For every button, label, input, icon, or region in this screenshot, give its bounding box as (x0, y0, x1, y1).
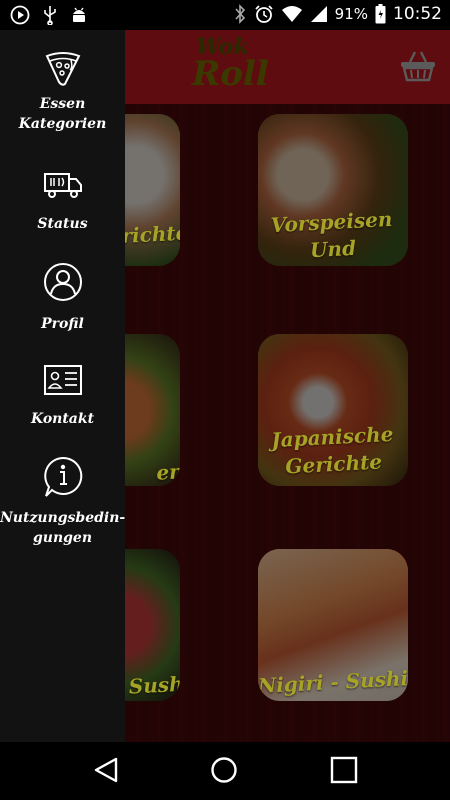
wok-roll-logo[interactable]: Wok Roll (190, 34, 269, 98)
pizza-icon (45, 52, 80, 86)
drawer-item-essen-kategorien[interactable]: Essen Kategorien (0, 48, 125, 134)
category-label: en (155, 459, 180, 485)
system-navigation-bar (0, 742, 450, 800)
navigation-drawer: Essen Kategorien Status Profil Kontakt N… (0, 30, 125, 742)
drawer-item-label: Kontakt (30, 411, 95, 427)
category-label: Japanische Gerichte (270, 421, 394, 479)
contact-card-icon (43, 365, 82, 395)
logo-text-bottom: Roll (192, 54, 269, 94)
battery-icon (375, 4, 386, 24)
drawer-item-label: Nutzungsbedin- gungen (0, 510, 126, 546)
back-icon[interactable] (92, 756, 120, 784)
drawer-item-status[interactable]: Status (0, 170, 125, 234)
category-tile-vorspeisen[interactable]: Vorspeisen Und Salate (258, 114, 408, 266)
recents-icon[interactable] (330, 756, 358, 784)
bluetooth-icon (235, 4, 245, 24)
drawer-item-label: Profil (41, 316, 84, 332)
status-bar: 91% 10:52 (0, 0, 450, 30)
clock: 10:52 (393, 4, 442, 24)
drawer-item-kontakt[interactable]: Kontakt (0, 363, 125, 429)
category-tile-japanische[interactable]: Japanische Gerichte (258, 334, 408, 486)
battery-percent: 91% (334, 5, 368, 23)
android-icon (73, 7, 85, 22)
drawer-item-label: Essen Kategorien (18, 96, 107, 132)
home-icon[interactable] (210, 756, 238, 784)
signal-icon (310, 6, 327, 22)
user-icon (43, 263, 82, 301)
category-label: Vorspeisen Und Salate (270, 206, 393, 266)
play-icon (10, 5, 30, 25)
app-screen: Wok Roll Vorspeisen Und Salate Japanisch… (0, 30, 450, 742)
basket-icon[interactable] (400, 50, 436, 82)
wifi-icon (281, 6, 302, 22)
alarm-icon (255, 5, 273, 23)
drawer-item-profil[interactable]: Profil (0, 262, 125, 334)
drawer-item-label: Status (37, 216, 88, 232)
usb-icon (44, 6, 56, 25)
delivery-truck-icon (43, 173, 82, 198)
info-bubble-icon (43, 456, 82, 497)
drawer-item-nutzungsbedingungen[interactable]: Nutzungsbedin- gungen (0, 456, 125, 548)
category-tile-nigiri[interactable]: Nigiri - Sushi (258, 549, 408, 701)
